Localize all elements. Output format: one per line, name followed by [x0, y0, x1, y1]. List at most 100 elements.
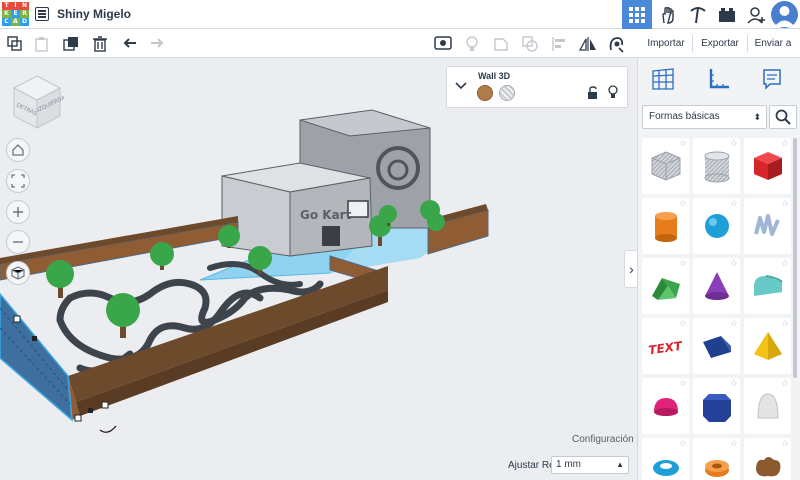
star-icon[interactable]: ☆: [781, 439, 789, 448]
star-icon[interactable]: ☆: [730, 139, 738, 148]
star-icon[interactable]: ☆: [679, 259, 687, 268]
redo-button[interactable]: [146, 33, 168, 55]
star-icon[interactable]: ☆: [679, 379, 687, 388]
notes-button[interactable]: [432, 33, 454, 55]
mirror-button[interactable]: [577, 33, 599, 55]
shape-torus[interactable]: ☆: [642, 438, 689, 480]
workplane[interactable]: Go Kart DETRÁS IZQUIERDA Wall 3D Configu…: [0, 58, 637, 480]
star-icon[interactable]: ☆: [730, 439, 738, 448]
shape-sphere[interactable]: ☆: [693, 198, 740, 254]
unlock-icon[interactable]: [587, 86, 599, 100]
shape-search-button[interactable]: [769, 105, 797, 129]
fit-view-button[interactable]: [6, 169, 30, 193]
shape-polygon[interactable]: ☆: [693, 378, 740, 434]
delete-button[interactable]: [89, 33, 111, 55]
light-bulb-button[interactable]: [461, 33, 483, 55]
shape-name[interactable]: Wall 3D: [478, 71, 510, 81]
cruise-button[interactable]: [605, 33, 627, 55]
shape-scribble[interactable]: ☆: [744, 198, 791, 254]
workplane-tool-button[interactable]: [648, 64, 678, 94]
star-icon[interactable]: ☆: [781, 379, 789, 388]
blocks-button[interactable]: [653, 0, 683, 29]
shape-category-select[interactable]: Formas básicas ⬍: [642, 105, 767, 129]
shape-tube[interactable]: ☆: [693, 438, 740, 480]
star-icon[interactable]: ☆: [730, 259, 738, 268]
zoom-out-button[interactable]: [6, 230, 30, 254]
minus-icon: [13, 241, 23, 243]
design-list-icon[interactable]: [35, 7, 49, 21]
text-shape-icon: TEXT: [647, 339, 683, 358]
solid-color-swatch[interactable]: [477, 85, 493, 101]
shape-outline-button[interactable]: [490, 33, 512, 55]
star-icon[interactable]: ☆: [781, 259, 789, 268]
workplane-grid-icon: [652, 68, 674, 90]
wedge-icon: [702, 336, 731, 358]
star-icon[interactable]: ☆: [679, 319, 687, 328]
shape-paraboloid[interactable]: ☆: [744, 378, 791, 434]
panel-scrollbar[interactable]: [793, 138, 797, 378]
avatar[interactable]: [771, 1, 798, 28]
bricks-button[interactable]: [683, 0, 713, 29]
ruler-tool-button[interactable]: [704, 64, 734, 94]
shape-box[interactable]: ☆: [744, 138, 791, 194]
home-view-button[interactable]: [6, 138, 30, 162]
shape-cylinder-hole[interactable]: ☆: [693, 138, 740, 194]
shape-half-sphere[interactable]: ☆: [642, 378, 689, 434]
chevron-down-icon[interactable]: [454, 79, 468, 93]
shape-round-roof[interactable]: ☆: [744, 258, 791, 314]
design-title[interactable]: Shiny Migelo: [57, 7, 131, 21]
back-left-wall[interactable]: [0, 216, 239, 281]
edit-toolbar: [0, 29, 637, 58]
settings-link[interactable]: Configuración: [572, 434, 634, 445]
paste-icon: [35, 37, 48, 52]
import-button[interactable]: Importar: [643, 34, 689, 53]
shape-organic[interactable]: ☆: [744, 438, 791, 480]
mirror-icon: [579, 37, 596, 51]
box-icon: [753, 152, 782, 180]
undo-button[interactable]: [119, 33, 141, 55]
notes-tool-button[interactable]: [757, 64, 787, 94]
star-icon[interactable]: ☆: [781, 199, 789, 208]
group-button[interactable]: [519, 33, 541, 55]
3d-view-button[interactable]: [622, 0, 652, 29]
sim-lab-button[interactable]: [712, 0, 742, 29]
align-button[interactable]: [548, 33, 570, 55]
star-icon[interactable]: ☆: [730, 379, 738, 388]
paste-button[interactable]: [31, 33, 53, 55]
perspective-cube-icon: [11, 266, 25, 280]
shape-cylinder[interactable]: ☆: [642, 198, 689, 254]
3d-scene[interactable]: Go Kart: [0, 58, 637, 480]
shape-text[interactable]: ☆ TEXT: [642, 318, 689, 374]
chevron-right-icon: ›: [629, 261, 634, 277]
snap-grid-select[interactable]: 1 mm ▲: [551, 456, 629, 474]
collapse-panel-button[interactable]: ›: [624, 250, 637, 288]
shape-inspector[interactable]: Wall 3D: [446, 66, 628, 108]
perspective-button[interactable]: [6, 261, 30, 285]
star-icon[interactable]: ☆: [679, 139, 687, 148]
shape-pyramid[interactable]: ☆: [744, 318, 791, 374]
view-cube[interactable]: DETRÁS IZQUIERDA: [10, 72, 67, 132]
copy-button[interactable]: [4, 33, 26, 55]
light-bulb-icon[interactable]: [607, 85, 619, 99]
star-icon[interactable]: ☆: [781, 139, 789, 148]
star-icon[interactable]: ☆: [679, 439, 687, 448]
sphere-icon: [704, 214, 729, 238]
tinkercad-logo[interactable]: T I N K E R C A D: [2, 2, 29, 27]
send-to-button[interactable]: Enviar a: [750, 34, 796, 53]
star-icon[interactable]: ☆: [730, 319, 738, 328]
star-icon[interactable]: ☆: [730, 199, 738, 208]
hole-swatch[interactable]: [499, 85, 515, 101]
invite-button[interactable]: [742, 0, 772, 29]
undo-icon: [123, 38, 136, 48]
shape-box-hole[interactable]: ☆: [642, 138, 689, 194]
shape-cone[interactable]: ☆: [693, 258, 740, 314]
grid-view-icon: [629, 6, 645, 23]
duplicate-button[interactable]: [60, 33, 82, 55]
shape-roof[interactable]: ☆: [642, 258, 689, 314]
pickaxe-icon: [690, 6, 706, 23]
star-icon[interactable]: ☆: [679, 199, 687, 208]
zoom-in-button[interactable]: [6, 200, 30, 224]
shape-wedge[interactable]: ☆: [693, 318, 740, 374]
star-icon[interactable]: ☆: [781, 319, 789, 328]
export-button[interactable]: Exportar: [696, 34, 744, 53]
